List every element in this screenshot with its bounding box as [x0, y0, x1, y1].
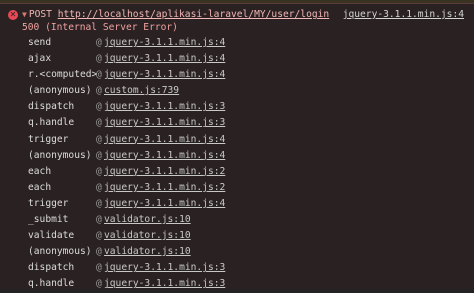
frame-source-link[interactable]: custom.js:739: [104, 83, 179, 99]
frame-at-symbol: @: [96, 214, 102, 226]
frame-function-name: (anonymous): [28, 85, 92, 97]
frame-function-name: each: [28, 181, 52, 193]
frame-source-link[interactable]: jquery-3.1.1.min.js:2: [104, 164, 225, 180]
frame-function-name: dispatch: [28, 101, 75, 113]
frame-function-name: send: [28, 37, 52, 48]
expand-triangle-icon[interactable]: ▼: [22, 10, 27, 19]
stack-frame: each @ jquery-3.1.1.min.js:2: [0, 164, 474, 180]
frame-source-link[interactable]: jquery-3.1.1.min.js:4: [104, 132, 225, 148]
frame-at-symbol: @: [96, 53, 102, 65]
stack-trace: send @ jquery-3.1.1.min.js:4 ajax @ jquery-3.…: [0, 35, 474, 293]
frame-function-name: q.handle: [28, 117, 75, 129]
frame-at-symbol: @: [96, 85, 102, 97]
stack-frame: dispatch @ jquery-3.1.1.min.js:3: [0, 260, 474, 276]
stack-frame: r.<computed> @ jquery-3.1.1.min.js:4: [0, 67, 474, 83]
stack-frame: send @ jquery-3.1.1.min.js:4: [0, 35, 474, 51]
frame-function-name: ajax: [28, 53, 52, 65]
frame-source-link[interactable]: jquery-3.1.1.min.js:3: [104, 260, 225, 276]
frame-function-name: (anonymous): [28, 149, 92, 161]
frame-source-link[interactable]: validator.js:10: [104, 212, 191, 228]
frame-source-link[interactable]: jquery-3.1.1.min.js:3: [104, 115, 225, 131]
frame-source-link[interactable]: validator.js:10: [104, 228, 191, 244]
frame-function-name: each: [28, 165, 52, 177]
frame-function-name: (anonymous): [28, 246, 92, 258]
frame-source-link[interactable]: jquery-3.1.1.min.js:4: [104, 51, 225, 67]
frame-at-symbol: @: [96, 246, 102, 258]
stack-frame: ajax @ jquery-3.1.1.min.js:4: [0, 51, 474, 67]
frame-at-symbol: @: [96, 230, 102, 242]
stack-frame: validate @ validator.js:10: [0, 228, 474, 244]
frame-function-name: r.<computed>: [28, 69, 98, 81]
frame-at-symbol: @: [96, 133, 102, 145]
frame-at-symbol: @: [96, 37, 102, 48]
frame-at-symbol: @: [96, 117, 102, 129]
frame-source-link[interactable]: jquery-3.1.1.min.js:3: [104, 276, 225, 292]
frame-function-name: trigger: [28, 197, 69, 209]
console-error-message: ✕ ▼ POST http://localhost/aplikasi-larave…: [0, 3, 474, 289]
frame-function-name: q.handle: [28, 278, 75, 290]
error-icon: ✕: [8, 10, 18, 20]
frame-function-name: trigger: [28, 133, 69, 145]
stack-frame: (anonymous) @ custom.js:739: [0, 83, 474, 99]
stack-frame: (anonymous) @ jquery-3.1.1.min.js:4: [0, 148, 474, 164]
stack-frame: q.handle @ jquery-3.1.1.min.js:3: [0, 276, 474, 292]
frame-at-symbol: @: [96, 181, 102, 193]
frame-function-name: _submit: [28, 214, 69, 226]
error-status: 500 (Internal Server Error): [22, 22, 178, 33]
error-source-link[interactable]: jquery-3.1.1.min.js:4: [343, 9, 464, 20]
frame-at-symbol: @: [96, 69, 102, 81]
frame-source-link[interactable]: jquery-3.1.1.min.js:4: [104, 196, 225, 212]
frame-source-link[interactable]: validator.js:10: [104, 244, 191, 260]
stack-frame: _submit @ validator.js:10: [0, 212, 474, 228]
frame-at-symbol: @: [96, 101, 102, 113]
stack-frame: trigger @ jquery-3.1.1.min.js:4: [0, 132, 474, 148]
stack-frame: (anonymous) @ validator.js:10: [0, 244, 474, 260]
frame-at-symbol: @: [96, 197, 102, 209]
frame-at-symbol: @: [96, 262, 102, 274]
frame-at-symbol: @: [96, 278, 102, 290]
frame-source-link[interactable]: jquery-3.1.1.min.js:2: [104, 180, 225, 196]
frame-source-link[interactable]: jquery-3.1.1.min.js:4: [104, 67, 225, 83]
request-url-link[interactable]: http://localhost/aplikasi-laravel/MY/use…: [58, 9, 329, 20]
stack-frame: q.handle @ jquery-3.1.1.min.js:3: [0, 115, 474, 131]
stack-frame: each @ jquery-3.1.1.min.js:2: [0, 180, 474, 196]
frame-at-symbol: @: [96, 165, 102, 177]
request-method: POST: [28, 9, 52, 20]
frame-source-link[interactable]: jquery-3.1.1.min.js:4: [104, 148, 225, 164]
stack-frame: dispatch @ jquery-3.1.1.min.js:3: [0, 99, 474, 115]
frame-source-link[interactable]: jquery-3.1.1.min.js:3: [104, 99, 225, 115]
frame-function-name: validate: [28, 230, 75, 242]
error-header[interactable]: ▼ POST http://localhost/aplikasi-laravel/…: [22, 9, 329, 20]
frame-function-name: dispatch: [28, 262, 75, 274]
frame-at-symbol: @: [96, 149, 102, 161]
stack-frame: trigger @ jquery-3.1.1.min.js:4: [0, 196, 474, 212]
frame-source-link[interactable]: jquery-3.1.1.min.js:4: [104, 35, 225, 51]
